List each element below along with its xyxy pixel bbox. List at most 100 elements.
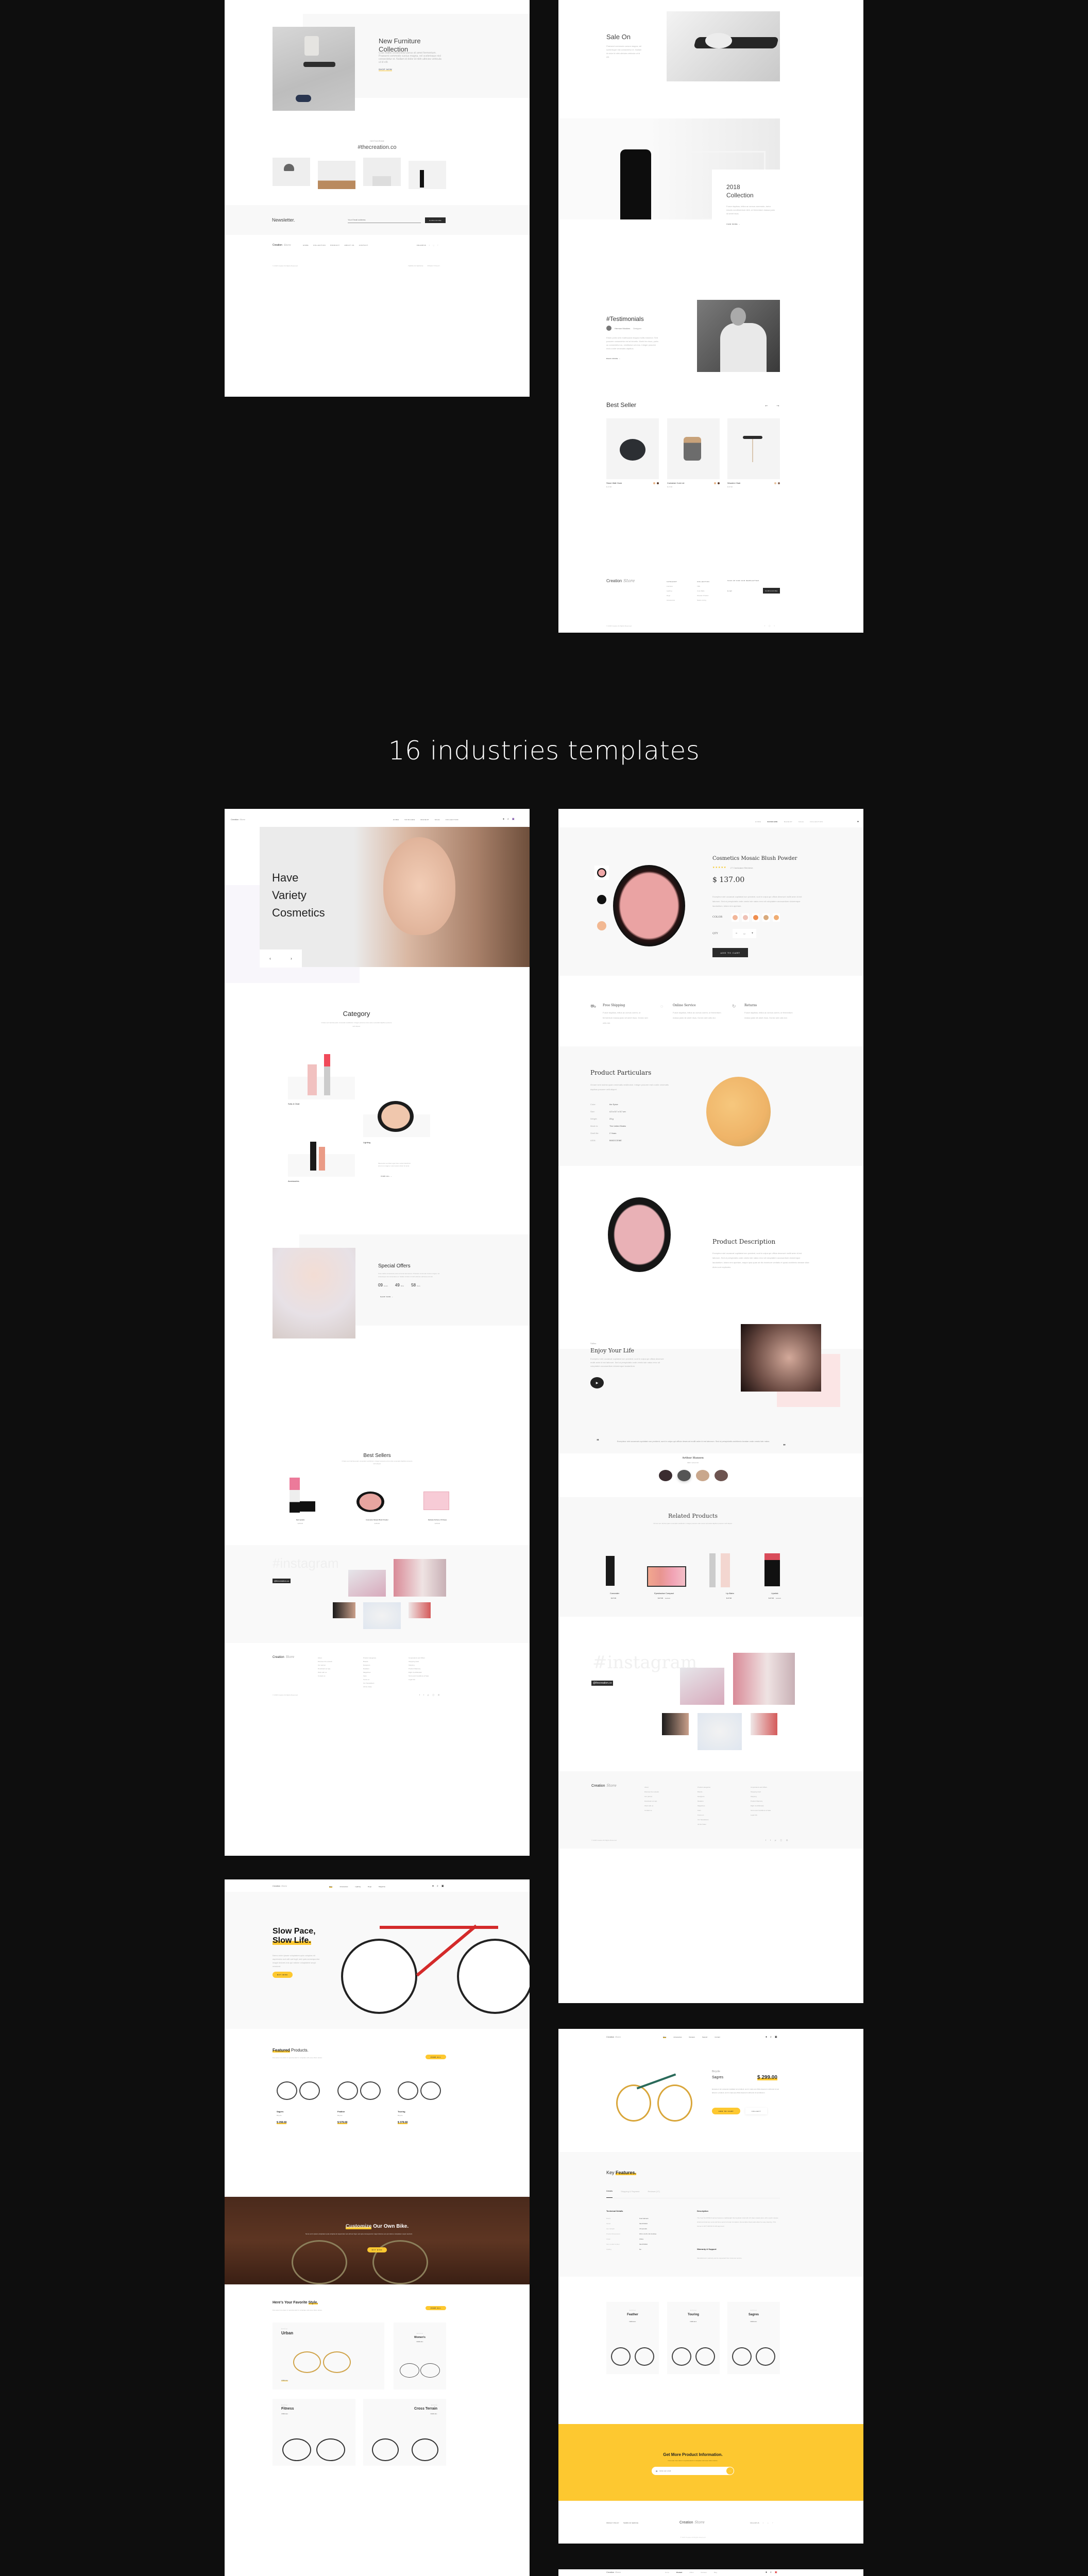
privacy-link[interactable]: Privacy Policy xyxy=(606,2522,619,2524)
featured-product-card[interactable]: Feather Bicycle $ 579.00 xyxy=(333,2075,386,2127)
product-name[interactable]: Cosmetics Mosaic Blush Powder xyxy=(342,1519,412,1521)
play-video-button[interactable]: ▶ xyxy=(590,1377,604,1388)
terms-link[interactable]: Terms of Service xyxy=(623,2522,638,2524)
related-product[interactable]: Lipstick $ 27.00 $ 49.00 xyxy=(752,1592,798,1599)
color-swatch[interactable] xyxy=(718,482,720,484)
footer-email-input[interactable] xyxy=(727,588,762,594)
shop-now-link[interactable]: Shop Now xyxy=(379,68,393,71)
nav-lighting[interactable]: Lighting xyxy=(355,1886,361,1888)
buy-bike-button[interactable]: Buy Bike xyxy=(367,2247,387,2252)
cart-icon[interactable]: ▣ xyxy=(441,1885,444,1888)
nav-bike[interactable]: Bike xyxy=(329,1886,333,1888)
insta-photo-chair[interactable] xyxy=(318,161,355,189)
footer-link[interactable]: Wooden Product xyxy=(697,594,709,598)
facebook-icon[interactable]: f xyxy=(764,624,765,627)
nav-offers[interactable]: Offers xyxy=(689,2571,693,2573)
insta-photo-cabinet[interactable] xyxy=(363,158,401,186)
pinterest-icon[interactable]: p xyxy=(775,1839,776,1841)
add-to-cart-button[interactable]: Add to Cart xyxy=(712,2108,740,2114)
cart-icon[interactable]: ▣ xyxy=(775,2571,777,2574)
pinterest-icon[interactable]: p xyxy=(428,1693,429,1696)
instagram-icon[interactable]: ◻ xyxy=(768,2522,769,2524)
nav-brand[interactable]: Creation Store xyxy=(231,818,245,821)
insta-photo-woman[interactable] xyxy=(333,1602,355,1618)
avatar[interactable] xyxy=(715,1470,728,1481)
cta-email-input[interactable] xyxy=(659,2470,722,2472)
category-card-mascara[interactable] xyxy=(288,1142,355,1177)
facebook-icon[interactable]: f xyxy=(419,1693,420,1696)
footer-subscribe-button[interactable]: Subscribe xyxy=(763,588,780,594)
product-name[interactable]: Red Lipstick xyxy=(273,1519,328,1521)
nav-support[interactable]: Support xyxy=(702,2036,708,2038)
read-more-link[interactable]: Read More → xyxy=(606,358,621,360)
nav-magazine[interactable]: Magazine xyxy=(379,1886,385,1888)
thumbnail[interactable] xyxy=(594,866,609,880)
buy-bike-button[interactable]: Buy Bike xyxy=(273,1972,293,1978)
tab-details[interactable]: Details xyxy=(606,2190,613,2198)
footer-link[interactable]: TBS xyxy=(697,584,709,589)
qty-increase-button[interactable]: + xyxy=(752,932,754,935)
instagram-handle[interactable]: @thecreation.co xyxy=(591,1681,614,1686)
footer-nav-about[interactable]: About Us xyxy=(345,244,354,246)
related-image-lipstick[interactable] xyxy=(764,1553,780,1586)
view-all-button[interactable]: View All xyxy=(426,2306,446,2310)
bestseller-lipstick[interactable] xyxy=(287,1478,315,1513)
view-all-button[interactable]: View All xyxy=(426,2055,446,2059)
user-icon[interactable]: ● xyxy=(766,2036,767,2039)
color-swatch[interactable] xyxy=(657,482,659,484)
instagram-icon[interactable]: ◻ xyxy=(769,624,770,627)
color-swatch-4[interactable] xyxy=(762,913,770,922)
color-swatch-3[interactable] xyxy=(752,913,759,922)
insta-photo-brushes[interactable] xyxy=(363,1602,401,1629)
user-icon[interactable]: ● xyxy=(766,2571,767,2574)
view-more-link[interactable]: View More → xyxy=(726,223,740,225)
tab-reviews[interactable]: Reviews (17) xyxy=(648,2190,659,2198)
nav-bike[interactable]: Bike xyxy=(663,2036,667,2038)
nav-product[interactable]: Product xyxy=(676,2571,682,2573)
color-swatch[interactable] xyxy=(714,482,716,484)
insta-photo-woman[interactable] xyxy=(662,1713,689,1735)
instagram-icon[interactable]: ◻ xyxy=(780,1839,781,1841)
footer-link[interactable]: Rugs xyxy=(667,594,677,598)
user-icon[interactable]: ● xyxy=(503,818,504,821)
carousel-prev-button[interactable]: ← xyxy=(764,403,769,408)
search-icon[interactable]: ⌕ xyxy=(437,1885,438,1888)
user-icon[interactable]: ● xyxy=(432,1885,434,1888)
product-card[interactable] xyxy=(667,418,720,479)
nav-reviews[interactable]: Reviews xyxy=(689,2036,695,2038)
related-image-lipbalm[interactable] xyxy=(709,1553,730,1587)
footer-link[interactable]: Accessories xyxy=(667,598,677,603)
color-swatch[interactable] xyxy=(778,482,780,484)
nav-makeup[interactable]: Makeup xyxy=(421,819,429,821)
nav-collection[interactable]: Collection xyxy=(446,819,458,821)
nav-brand[interactable]: Creation Store xyxy=(606,2036,621,2038)
insta-photo-lipstick-hand[interactable] xyxy=(409,1602,431,1618)
style-card-urban[interactable]: Bicycle Urban View All xyxy=(273,2323,384,2389)
insta-photo-blonde[interactable] xyxy=(733,1653,795,1705)
related-product[interactable]: Concealer $ 27.00 xyxy=(591,1592,638,1599)
terms-link[interactable]: Terms of Service xyxy=(408,265,423,267)
nav-home[interactable]: Home xyxy=(755,821,761,823)
card-view-all-link[interactable]: View All xyxy=(667,2321,720,2323)
instagram-icon[interactable]: ◻ xyxy=(433,244,435,246)
slider-prev-button[interactable]: ‹ xyxy=(269,956,271,961)
submit-button[interactable]: → xyxy=(726,2467,734,2475)
avatar[interactable] xyxy=(677,1470,691,1481)
product-card[interactable] xyxy=(606,418,659,479)
color-swatch[interactable] xyxy=(774,482,776,484)
newsletter-email-input[interactable] xyxy=(348,217,421,223)
user-icon[interactable]: ● xyxy=(857,820,859,823)
review-count[interactable]: 27 Customer Reviews xyxy=(730,867,753,869)
footer-link[interactable]: Furniture xyxy=(667,584,677,589)
footer-link[interactable]: Cole Wallo xyxy=(697,589,709,594)
add-to-cart-button[interactable]: Add to Cart xyxy=(712,948,748,957)
nav-collection[interactable]: Collection xyxy=(810,821,823,823)
nav-brand[interactable]: Creation Store xyxy=(273,1885,287,1887)
insta-photo-hooks[interactable] xyxy=(409,161,446,189)
cart-icon[interactable]: ▣ xyxy=(512,818,515,821)
insta-photo-brushes[interactable] xyxy=(698,1713,742,1750)
twitter-icon[interactable]: t xyxy=(423,1693,424,1696)
nav-home[interactable]: Home xyxy=(393,819,399,821)
thumbnail[interactable] xyxy=(594,919,609,933)
search-icon[interactable]: ⌕ xyxy=(770,2571,772,2574)
